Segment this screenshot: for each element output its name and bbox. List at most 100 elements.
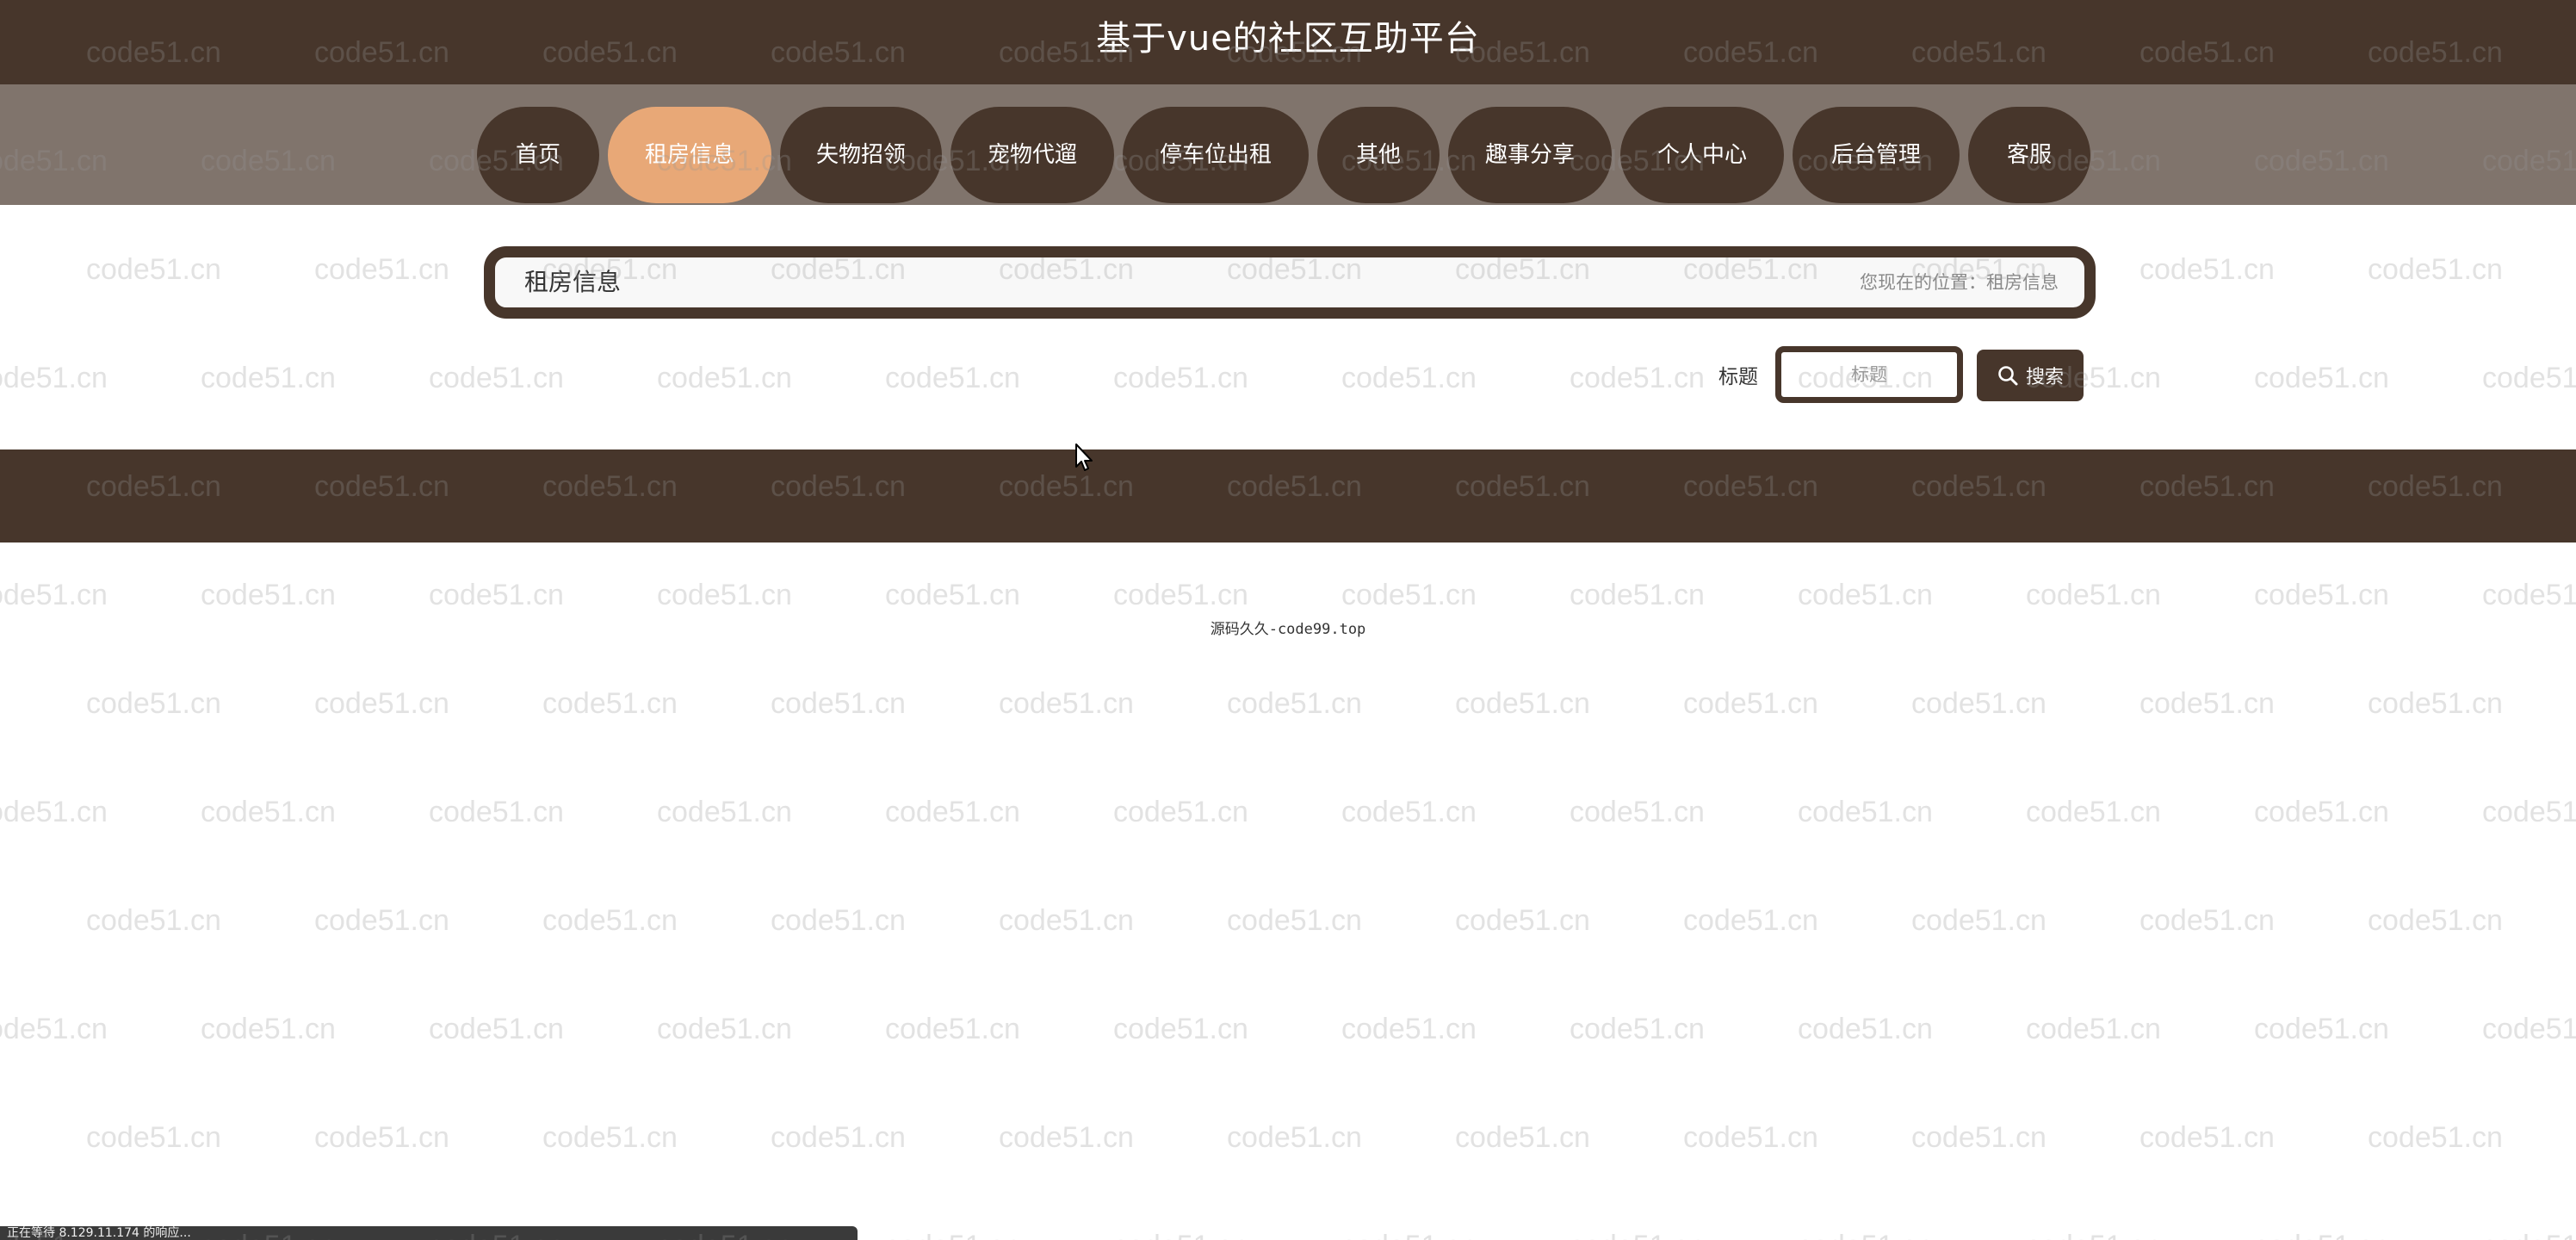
- watermark-text: code51.cn: [429, 579, 564, 611]
- watermark-text: code51.cn: [999, 1121, 1134, 1154]
- main-nav: 首页 租房信息 失物招领 宠物代遛 停车位出租 其他 趣事分享 个人中心 后台管…: [477, 107, 2090, 203]
- watermark-text: code51.cn: [2254, 579, 2389, 611]
- watermark-text: code51.cn: [885, 579, 1020, 611]
- nav-item-customer-service[interactable]: 客服: [1968, 107, 2090, 203]
- breadcrumb-box: 租房信息 您现在的位置：租房信息: [484, 246, 2096, 319]
- watermark-text: code51.cn: [1911, 687, 2047, 720]
- watermark-text: code51.cn: [1911, 904, 2047, 937]
- watermark-text: code51.cn: [2482, 1230, 2576, 1240]
- watermark-text: code51.cn: [999, 904, 1134, 937]
- watermark-text: code51.cn: [2482, 579, 2576, 611]
- watermark-text: code51.cn: [2254, 1230, 2389, 1240]
- watermark-text: code51.cn: [1341, 362, 1477, 394]
- watermark-text: code51.cn: [1113, 579, 1248, 611]
- watermark-text: code51.cn: [2026, 1230, 2161, 1240]
- watermark-text: code51.cn: [2139, 1121, 2275, 1154]
- watermark-text: code51.cn: [1341, 1230, 1477, 1240]
- watermark-text: code51.cn: [2254, 362, 2389, 394]
- watermark-text: code51.cn: [1455, 1121, 1590, 1154]
- watermark-text: code51.cn: [885, 1230, 1020, 1240]
- watermark-text: code51.cn: [0, 1013, 108, 1045]
- watermark-text: code51.cn: [2368, 904, 2503, 937]
- watermark-text: code51.cn: [1113, 796, 1248, 828]
- content-band: [0, 450, 2576, 542]
- arrow-cursor-icon: [1075, 443, 1093, 471]
- watermark-text: code51.cn: [1113, 1230, 1248, 1240]
- footer-credit: 源码久久-code99.top: [1210, 621, 1366, 638]
- nav-item-other[interactable]: 其他: [1317, 107, 1440, 203]
- nav-item-lost-found[interactable]: 失物招领: [780, 107, 942, 203]
- watermark-text: code51.cn: [429, 362, 564, 394]
- watermark-text: code51.cn: [657, 579, 792, 611]
- watermark-text: code51.cn: [1341, 796, 1477, 828]
- watermark-text: code51.cn: [1570, 362, 1705, 394]
- watermark-text: code51.cn: [1683, 1121, 1818, 1154]
- watermark-text: code51.cn: [542, 904, 678, 937]
- search-button[interactable]: 搜索: [1977, 350, 2084, 401]
- watermark-text: code51.cn: [0, 579, 108, 611]
- watermark-text: code51.cn: [542, 687, 678, 720]
- watermark-text: code51.cn: [1341, 579, 1477, 611]
- status-text: 正在等待 8.129.11.174 的响应...: [7, 1226, 191, 1240]
- watermark-text: code51.cn: [201, 579, 336, 611]
- watermark-text: code51.cn: [2139, 687, 2275, 720]
- watermark-text: code51.cn: [86, 687, 221, 720]
- watermark-text: code51.cn: [2482, 362, 2576, 394]
- watermark-text: code51.cn: [314, 1121, 449, 1154]
- nav-item-rental[interactable]: 租房信息: [608, 107, 771, 203]
- breadcrumb: 您现在的位置：租房信息: [1860, 272, 2059, 293]
- watermark-text: code51.cn: [314, 687, 449, 720]
- watermark-text: code51.cn: [0, 796, 108, 828]
- nav-item-fun-share[interactable]: 趣事分享: [1448, 107, 1612, 203]
- watermark-text: code51.cn: [1227, 687, 1362, 720]
- watermark-text: code51.cn: [657, 1013, 792, 1045]
- watermark-text: code51.cn: [1341, 1013, 1477, 1045]
- search-button-label: 搜索: [2025, 367, 2064, 388]
- watermark-text: code51.cn: [201, 362, 336, 394]
- watermark-text: code51.cn: [1113, 1013, 1248, 1045]
- watermark-text: code51.cn: [1683, 904, 1818, 937]
- search-icon: [1997, 364, 2019, 387]
- watermark-text: code51.cn: [1455, 687, 1590, 720]
- watermark-text: code51.cn: [2482, 796, 2576, 828]
- watermark-text: code51.cn: [1798, 1230, 1933, 1240]
- watermark-text: code51.cn: [1798, 796, 1933, 828]
- watermark-text: code51.cn: [1798, 579, 1933, 611]
- nav-item-home[interactable]: 首页: [477, 107, 599, 203]
- watermark-text: code51.cn: [0, 362, 108, 394]
- nav-item-personal-center[interactable]: 个人中心: [1620, 107, 1784, 203]
- watermark-text: code51.cn: [86, 253, 221, 286]
- watermark-text: code51.cn: [1227, 1121, 1362, 1154]
- watermark-text: code51.cn: [771, 904, 906, 937]
- watermark-text: code51.cn: [1683, 687, 1818, 720]
- watermark-text: code51.cn: [1570, 579, 1705, 611]
- watermark-text: code51.cn: [771, 1121, 906, 1154]
- watermark-text: code51.cn: [86, 1121, 221, 1154]
- watermark-text: code51.cn: [1570, 796, 1705, 828]
- watermark-text: code51.cn: [1911, 1121, 2047, 1154]
- watermark-text: code51.cn: [429, 796, 564, 828]
- watermark-text: code51.cn: [2139, 253, 2275, 286]
- watermark-text: code51.cn: [2026, 579, 2161, 611]
- watermark-text: code51.cn: [2254, 796, 2389, 828]
- watermark-text: code51.cn: [2139, 904, 2275, 937]
- site-title: 基于vue的社区互助平台: [1096, 19, 1480, 59]
- watermark-text: code51.cn: [314, 904, 449, 937]
- watermark-text: code51.cn: [1570, 1230, 1705, 1240]
- watermark-text: code51.cn: [771, 687, 906, 720]
- page-title: 租房信息: [524, 268, 622, 296]
- nav-item-admin[interactable]: 后台管理: [1793, 107, 1960, 203]
- watermark-text: code51.cn: [1455, 904, 1590, 937]
- watermark-text: code51.cn: [542, 1121, 678, 1154]
- watermark-text: code51.cn: [2254, 1013, 2389, 1045]
- nav-item-parking-rental[interactable]: 停车位出租: [1123, 107, 1309, 203]
- watermark-text: code51.cn: [1227, 904, 1362, 937]
- watermark-text: code51.cn: [885, 1013, 1020, 1045]
- watermark-text: code51.cn: [999, 687, 1134, 720]
- watermark-text: code51.cn: [1798, 1013, 1933, 1045]
- nav-item-pet-walking[interactable]: 宠物代遛: [951, 107, 1114, 203]
- watermark-text: code51.cn: [657, 362, 792, 394]
- title-search-input[interactable]: [1775, 346, 1963, 403]
- watermark-text: code51.cn: [2482, 1013, 2576, 1045]
- watermark-text: code51.cn: [86, 904, 221, 937]
